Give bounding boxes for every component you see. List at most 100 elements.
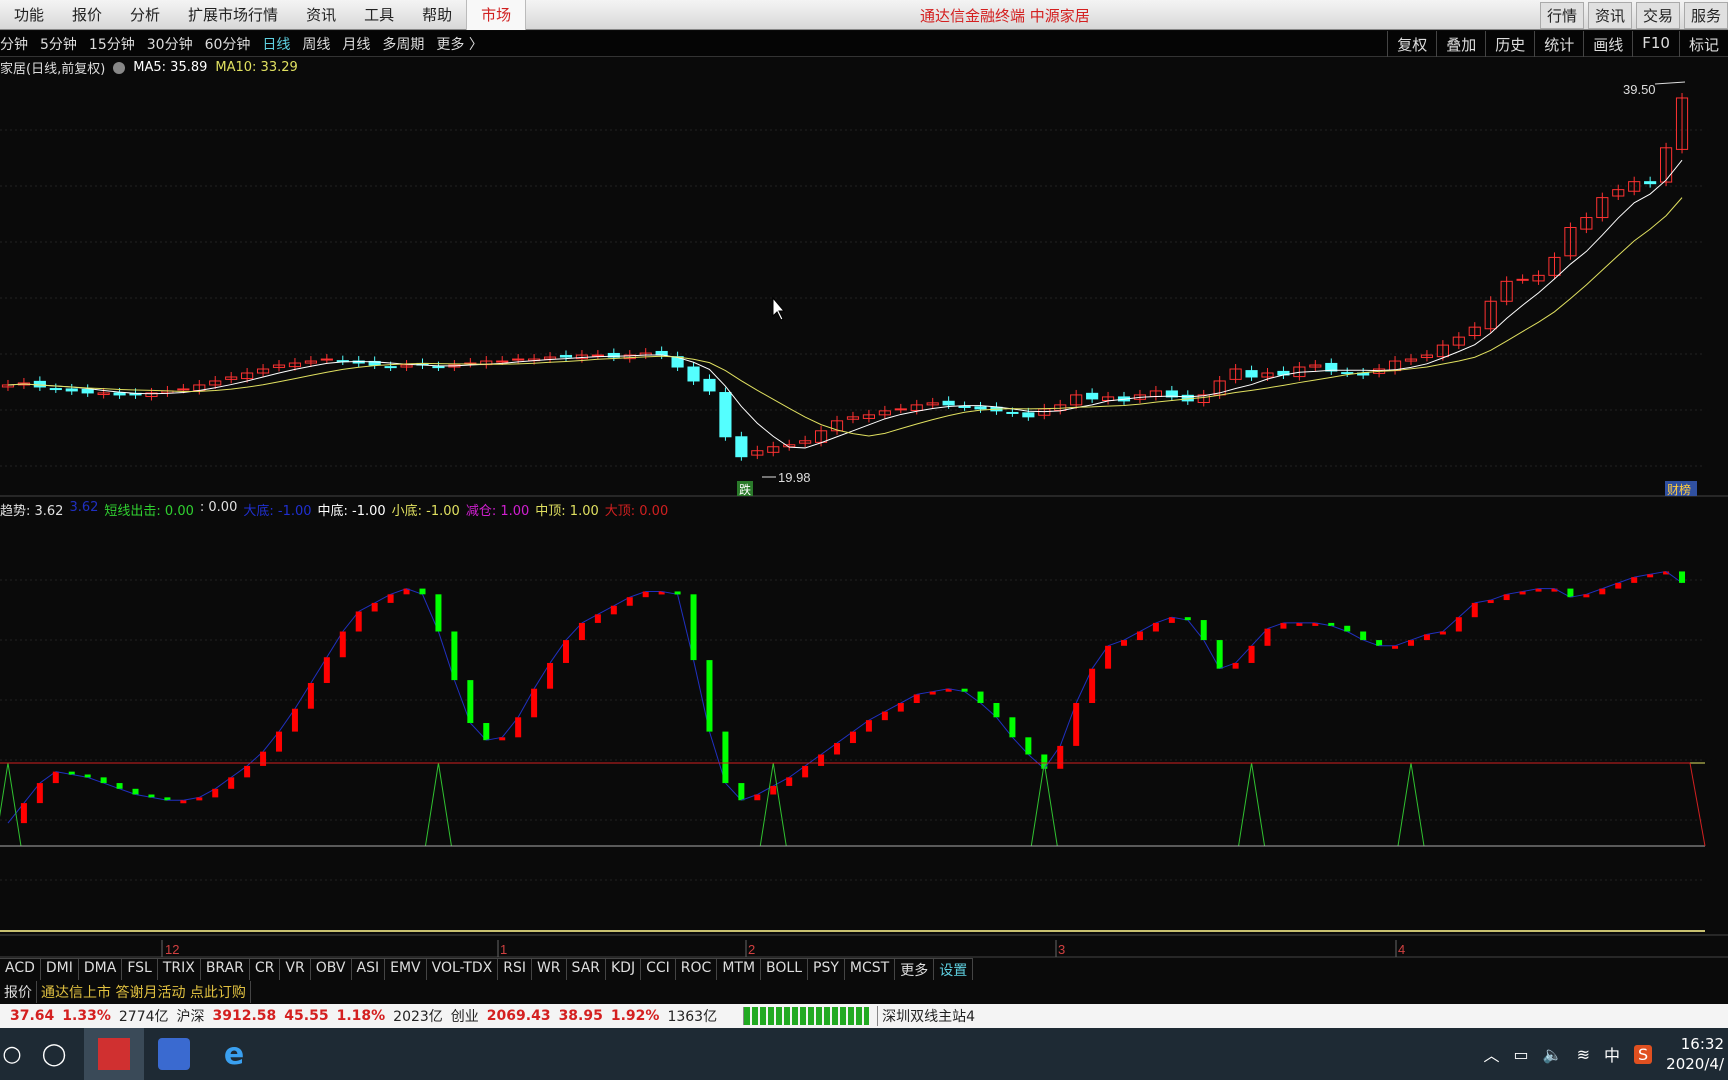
- indicator-bar-up: [642, 591, 649, 598]
- indicator-tab[interactable]: EMV: [385, 959, 427, 980]
- indicator-bar-down: [148, 794, 155, 798]
- candle-down: [958, 405, 971, 408]
- indicator-tab[interactable]: OBV: [311, 959, 352, 980]
- clock[interactable]: 16:32 2020/4/: [1666, 1034, 1724, 1074]
- candle-down: [703, 378, 716, 392]
- indicator-bar-down: [1360, 631, 1367, 641]
- indicator-tab[interactable]: CR: [250, 959, 281, 980]
- indicator-bar-up: [1583, 594, 1590, 598]
- candle-down: [81, 388, 94, 394]
- candle-down: [49, 388, 62, 391]
- indicator-tab[interactable]: SAR: [567, 959, 606, 980]
- battery-icon[interactable]: ▭: [1514, 1045, 1529, 1064]
- indicator-tab[interactable]: DMA: [79, 959, 123, 980]
- indicator-bar-up: [1471, 602, 1478, 618]
- date-label: 12: [165, 942, 179, 957]
- indicator-bar-down: [977, 691, 984, 703]
- signal-spike: [1238, 762, 1266, 847]
- system-tray: ︿ ▭ 🔈 ≋ 中 S 16:32 2020/4/: [1484, 1028, 1728, 1080]
- indicator-tab[interactable]: PSY: [808, 959, 845, 980]
- indicator-bar-up: [1455, 617, 1462, 632]
- indicator-tab[interactable]: RSI: [498, 959, 532, 980]
- quote-tab[interactable]: 报价: [0, 981, 37, 1003]
- indicator-tab[interactable]: 更多: [895, 959, 935, 980]
- indicator-tab[interactable]: VOL-TDX: [427, 959, 499, 980]
- indicator-tab[interactable]: WR: [532, 959, 567, 980]
- indicator-bar-up: [1392, 645, 1399, 649]
- task-view-icon[interactable]: ◯: [24, 1028, 84, 1080]
- indicator-bar-down: [1025, 737, 1032, 755]
- indicator-bar-up: [1280, 622, 1287, 629]
- indicator-tab[interactable]: 设置: [934, 959, 974, 980]
- candle-down: [384, 366, 397, 369]
- indicator-bar-down: [993, 703, 1000, 718]
- server-name[interactable]: 深圳双线主站4: [877, 1006, 975, 1026]
- indicator-bar-up: [610, 605, 617, 615]
- finance-tag[interactable]: 财榜: [1667, 482, 1691, 497]
- indicator-tab[interactable]: MCST: [845, 959, 896, 980]
- indicator-tab[interactable]: ROC: [676, 959, 718, 980]
- news-link[interactable]: 通达信上市 答谢月活动 点此订购: [37, 981, 251, 1003]
- candle-down: [33, 380, 46, 388]
- indicator-bar-up: [371, 602, 378, 612]
- search-icon[interactable]: ○: [0, 1028, 24, 1080]
- indicator-bar-down: [451, 631, 458, 681]
- indicator-bar-up: [276, 731, 283, 752]
- indicator-bar-down: [84, 774, 91, 778]
- date-axis: 12 1 2 3 4: [161, 940, 1405, 957]
- indicator-tab[interactable]: KDJ: [606, 959, 642, 980]
- app-icon[interactable]: [144, 1028, 204, 1080]
- signal-spike: [759, 762, 787, 847]
- volume-icon[interactable]: 🔈: [1543, 1045, 1563, 1064]
- indicator-value: 趋势: 3.62: [0, 504, 64, 519]
- edge-browser-icon[interactable]: e: [204, 1028, 264, 1080]
- sh-value: 37.64: [10, 1008, 55, 1024]
- sogou-icon[interactable]: S: [1634, 1044, 1653, 1064]
- indicator-tab[interactable]: CCI: [641, 959, 676, 980]
- indicator-tab[interactable]: ACD: [0, 959, 41, 980]
- indicator-bar-down: [1216, 640, 1223, 669]
- indicator-bar-up: [339, 631, 346, 658]
- indicator-tab[interactable]: VR: [280, 959, 311, 980]
- indicator-bar-down: [1567, 588, 1574, 598]
- indicator-tab[interactable]: FSL: [122, 959, 158, 980]
- date-label: 1: [500, 942, 507, 957]
- candle-up: [496, 360, 509, 363]
- tray-chevron-icon[interactable]: ︿: [1484, 1042, 1500, 1066]
- indicator-bar-up: [562, 640, 569, 663]
- tdx-app-icon[interactable]: [84, 1028, 144, 1080]
- wifi-icon[interactable]: ≋: [1577, 1045, 1590, 1064]
- indicator-bar-up: [1057, 745, 1064, 769]
- indicator-value: 3.62: [69, 500, 99, 515]
- indicator-bar-up: [1073, 703, 1080, 746]
- signal-spike: [424, 762, 452, 847]
- indicator-tab[interactable]: MTM: [717, 959, 762, 980]
- cy-pct: 1.92%: [610, 1008, 660, 1024]
- candle-up: [512, 358, 525, 361]
- indicator-tab[interactable]: TRIX: [158, 959, 201, 980]
- signal-spike: [1397, 762, 1425, 847]
- candle-up: [894, 408, 907, 411]
- indicator-bar-up: [881, 711, 888, 721]
- indicator-bar-up: [531, 688, 538, 718]
- indicator-bar-down: [722, 731, 729, 784]
- indicator-bar-down: [738, 783, 745, 801]
- clock-time: 16:32: [1680, 1035, 1724, 1053]
- date-label: 2: [748, 942, 755, 957]
- indicator-tab[interactable]: DMI: [41, 959, 79, 980]
- date-label: 3: [1058, 942, 1065, 957]
- indicator-bar-up: [1519, 591, 1526, 595]
- indicator-bar-up: [1232, 662, 1239, 669]
- candle-down: [974, 406, 987, 410]
- indicator-tab[interactable]: BOLL: [761, 959, 809, 980]
- ime-indicator[interactable]: 中: [1604, 1042, 1620, 1066]
- indicator-tab[interactable]: BRAR: [201, 959, 250, 980]
- indicator-bar-up: [1264, 628, 1271, 646]
- indicator-bar-up: [786, 777, 793, 786]
- indicator-bar-up: [1487, 600, 1494, 604]
- candle-down: [942, 400, 955, 406]
- hs-label: 沪深: [176, 1009, 205, 1025]
- indicator-tab[interactable]: ASI: [352, 959, 386, 980]
- indicator-bar-down: [483, 723, 490, 741]
- indicator-value: 短线出击: 0.00: [104, 504, 194, 519]
